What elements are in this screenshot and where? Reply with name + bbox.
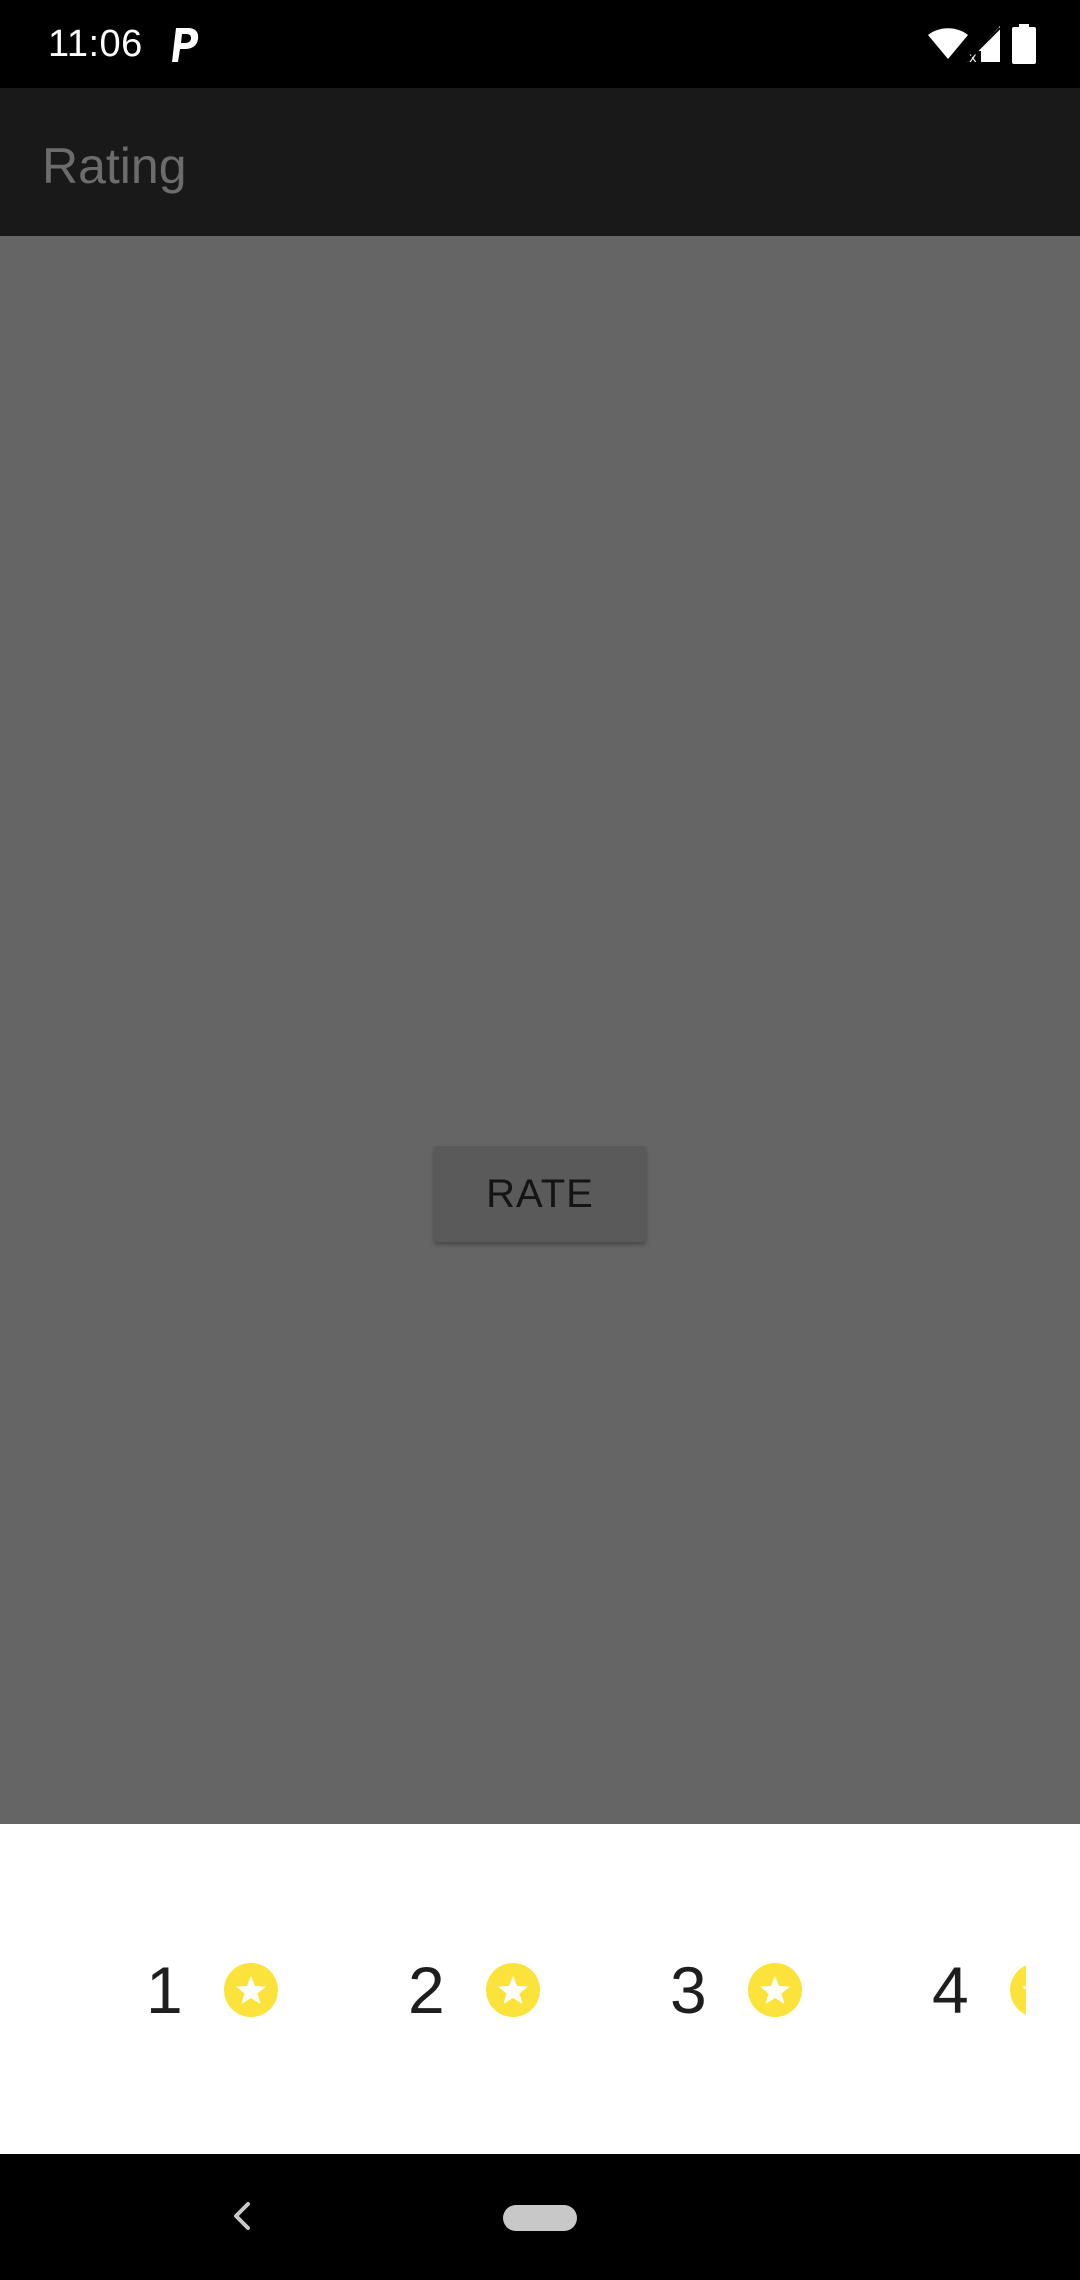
navigation-bar — [0, 2154, 1080, 2280]
page-title: Rating — [42, 138, 187, 194]
star-icon — [224, 1963, 278, 2017]
rating-option-4[interactable]: 4 — [932, 1954, 1026, 2026]
app-bar: Rating — [0, 88, 1080, 236]
rating-value: 1 — [146, 1953, 183, 2027]
rating-bottom-sheet: 1 2 3 4 — [0, 1824, 1080, 2154]
star-icon — [748, 1963, 802, 2017]
battery-icon — [1012, 24, 1036, 64]
status-bar: 11:06 x — [0, 0, 1080, 88]
rating-option-1[interactable]: 1 — [146, 1954, 278, 2026]
wifi-icon — [928, 27, 968, 61]
rating-option-2[interactable]: 2 — [408, 1954, 540, 2026]
rating-options: 1 2 3 4 — [0, 1824, 1026, 2154]
star-icon — [1010, 1963, 1026, 2017]
status-time: 11:06 — [48, 23, 143, 65]
screen: 11:06 x Rating RATE 1 2 3 4 — [0, 0, 1080, 2280]
rating-option-3[interactable]: 3 — [670, 1954, 802, 2026]
rating-value: 3 — [670, 1953, 707, 2027]
parking-icon — [166, 24, 200, 64]
status-icons: x — [928, 22, 1036, 66]
rating-value: 2 — [408, 1953, 445, 2027]
main-content-scrim[interactable]: RATE — [0, 236, 1080, 1824]
back-icon[interactable] — [224, 2190, 260, 2242]
home-pill-icon[interactable] — [503, 2205, 577, 2231]
rating-value: 4 — [932, 1953, 969, 2027]
signal-icon: x — [964, 24, 1002, 64]
star-icon — [486, 1963, 540, 2017]
rate-button[interactable]: RATE — [434, 1146, 646, 1242]
